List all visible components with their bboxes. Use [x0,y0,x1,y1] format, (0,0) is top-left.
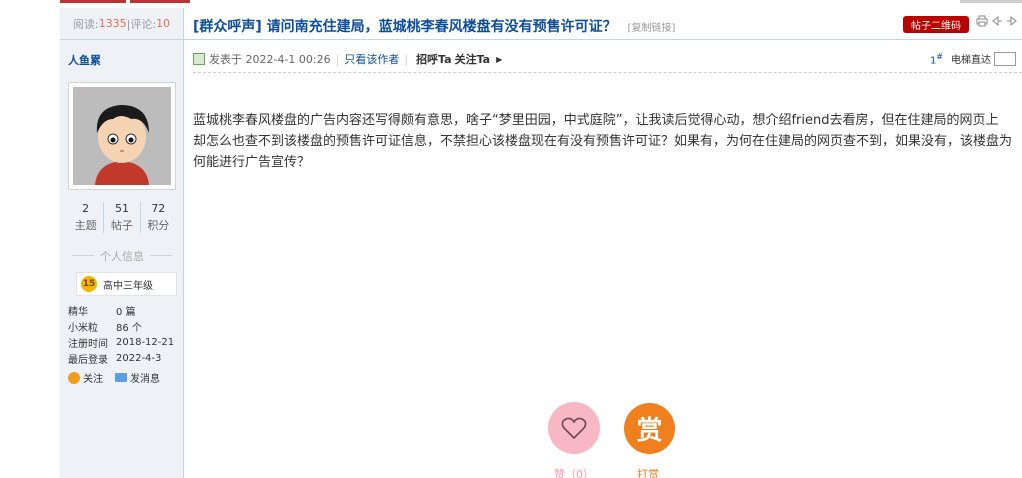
floor-sign: # [936,52,944,61]
views-label: 阅读: [72,17,99,31]
info-value: 86 个 [116,322,142,334]
stat-threads[interactable]: 2 主题 [68,202,105,233]
info-row-registered: 注册时间 2018-12-21 [68,334,174,350]
content-line-1: 蓝城桃李春风楼盘的广告内容还写得颇有意思，啥子“梦里田园，中式庭院”，让我读后觉… [193,113,999,128]
top-tab-3[interactable] [960,0,1022,3]
qr-code-button[interactable]: 帖子二维码 [903,16,969,33]
info-value: 0 篇 [116,306,136,318]
post-icon [193,53,205,65]
reward-label[interactable]: 打赏 [637,466,659,478]
follow-ta-link[interactable]: 关注Ta [455,51,491,67]
elevator: 电梯直达 [951,51,1016,66]
copy-link[interactable]: [复制链接] [628,23,676,34]
level-name: 高中三年级 [103,280,153,292]
caret-right-icon[interactable]: ▶ [496,55,502,64]
replies-count: 10 [156,17,171,30]
info-key: 最后登录 [68,354,108,366]
level-badge-icon: 15 [81,276,97,292]
reward-button[interactable]: 赏 [624,403,675,454]
post-time: 发表于 2022-4-1 00:26 [209,53,331,66]
thread-title[interactable]: [群众呼声] 请问南充住建局，蓝城桃李春风楼盘有没有预售许可证？ [193,19,617,35]
print-icon[interactable] [976,15,988,30]
info-value: 2018-12-21 [116,336,175,348]
message-label: 发消息 [130,374,160,385]
thread-stats: 阅读: 1335 |评论: 10 [60,8,184,40]
info-key: 注册时间 [68,338,108,350]
author-name[interactable]: 人鱼累 [68,52,101,68]
info-row-grains: 小米粒 86 个 [68,318,174,334]
only-author-link[interactable]: 只看该作者 [344,51,399,67]
info-key: 精华 [68,306,88,318]
thread-tools [976,15,1018,30]
post-meta: 发表于 2022-4-1 00:26 | 只看该作者 | 招呼Ta 关注Ta ▶ [193,51,502,67]
stat-credits[interactable]: 72 积分 [141,202,176,233]
thread-title-wrap: [群众呼声] 请问南充住建局，蓝城桃李春风楼盘有没有预售许可证？ [复制链接] [193,16,675,36]
stat-credits-value: 72 [151,202,166,215]
user-level[interactable]: 15 高中三年级 [76,272,177,296]
avatar[interactable] [68,82,176,190]
meta-separator: | [335,52,340,66]
views-count: 1335 [98,17,127,30]
stat-threads-label: 主题 [74,219,97,232]
top-tab-1[interactable] [60,0,126,3]
heart-icon [561,417,587,440]
stat-posts-label: 帖子 [110,219,133,232]
info-value: 2022-4-3 [116,352,162,364]
follow-icon [68,371,80,384]
follow-label: 关注 [83,374,103,385]
top-tab-2[interactable] [130,0,190,3]
author-stats: 2 主题 51 帖子 72 积分 [68,202,176,233]
like-label[interactable]: 赞（0） [554,466,594,478]
content-line-2: 却怎么也查不到该楼盘的预售许可证信息，不禁担心该楼盘现在有没有预售许可证？如果有… [193,134,1013,149]
elevator-input[interactable] [994,51,1016,66]
info-row-last-login: 最后登录 2022-4-3 [68,350,174,366]
message-icon [115,373,127,382]
next-thread-icon[interactable] [1006,15,1018,30]
stat-threads-value: 2 [82,202,90,215]
author-sidebar [60,8,184,478]
content-line-3: 何能进行广告宣传？ [193,155,311,170]
author-info-list: 精华 0 篇 小米粒 86 个 注册时间 2018-12-21 最后登录 202… [68,302,174,366]
info-row-elite: 精华 0 篇 [68,302,174,318]
elevator-label: 电梯直达 [951,55,991,66]
replies-label: |评论: [126,17,157,31]
author-actions: 关注 发消息 [68,370,160,385]
prev-thread-icon[interactable] [991,15,1003,30]
message-button[interactable]: 发消息 [115,370,160,385]
post-divider [193,72,1022,73]
floor-number[interactable]: 1# [930,52,943,66]
meta-separator: | [404,52,409,66]
like-button[interactable] [548,402,600,454]
personal-info-title: 个人信息 [68,248,176,264]
stat-credits-label: 积分 [147,219,170,232]
follow-button[interactable]: 关注 [68,370,103,385]
post-content: 蓝城桃李春风楼盘的广告内容还写得颇有意思，啥子“梦里田园，中式庭院”，让我读后觉… [193,110,1022,173]
info-key: 小米粒 [68,322,98,334]
stat-posts[interactable]: 51 帖子 [104,202,141,233]
top-tab-strip [0,0,1022,3]
stat-posts-value: 51 [114,202,129,215]
greet-link[interactable]: 招呼Ta [416,51,452,67]
